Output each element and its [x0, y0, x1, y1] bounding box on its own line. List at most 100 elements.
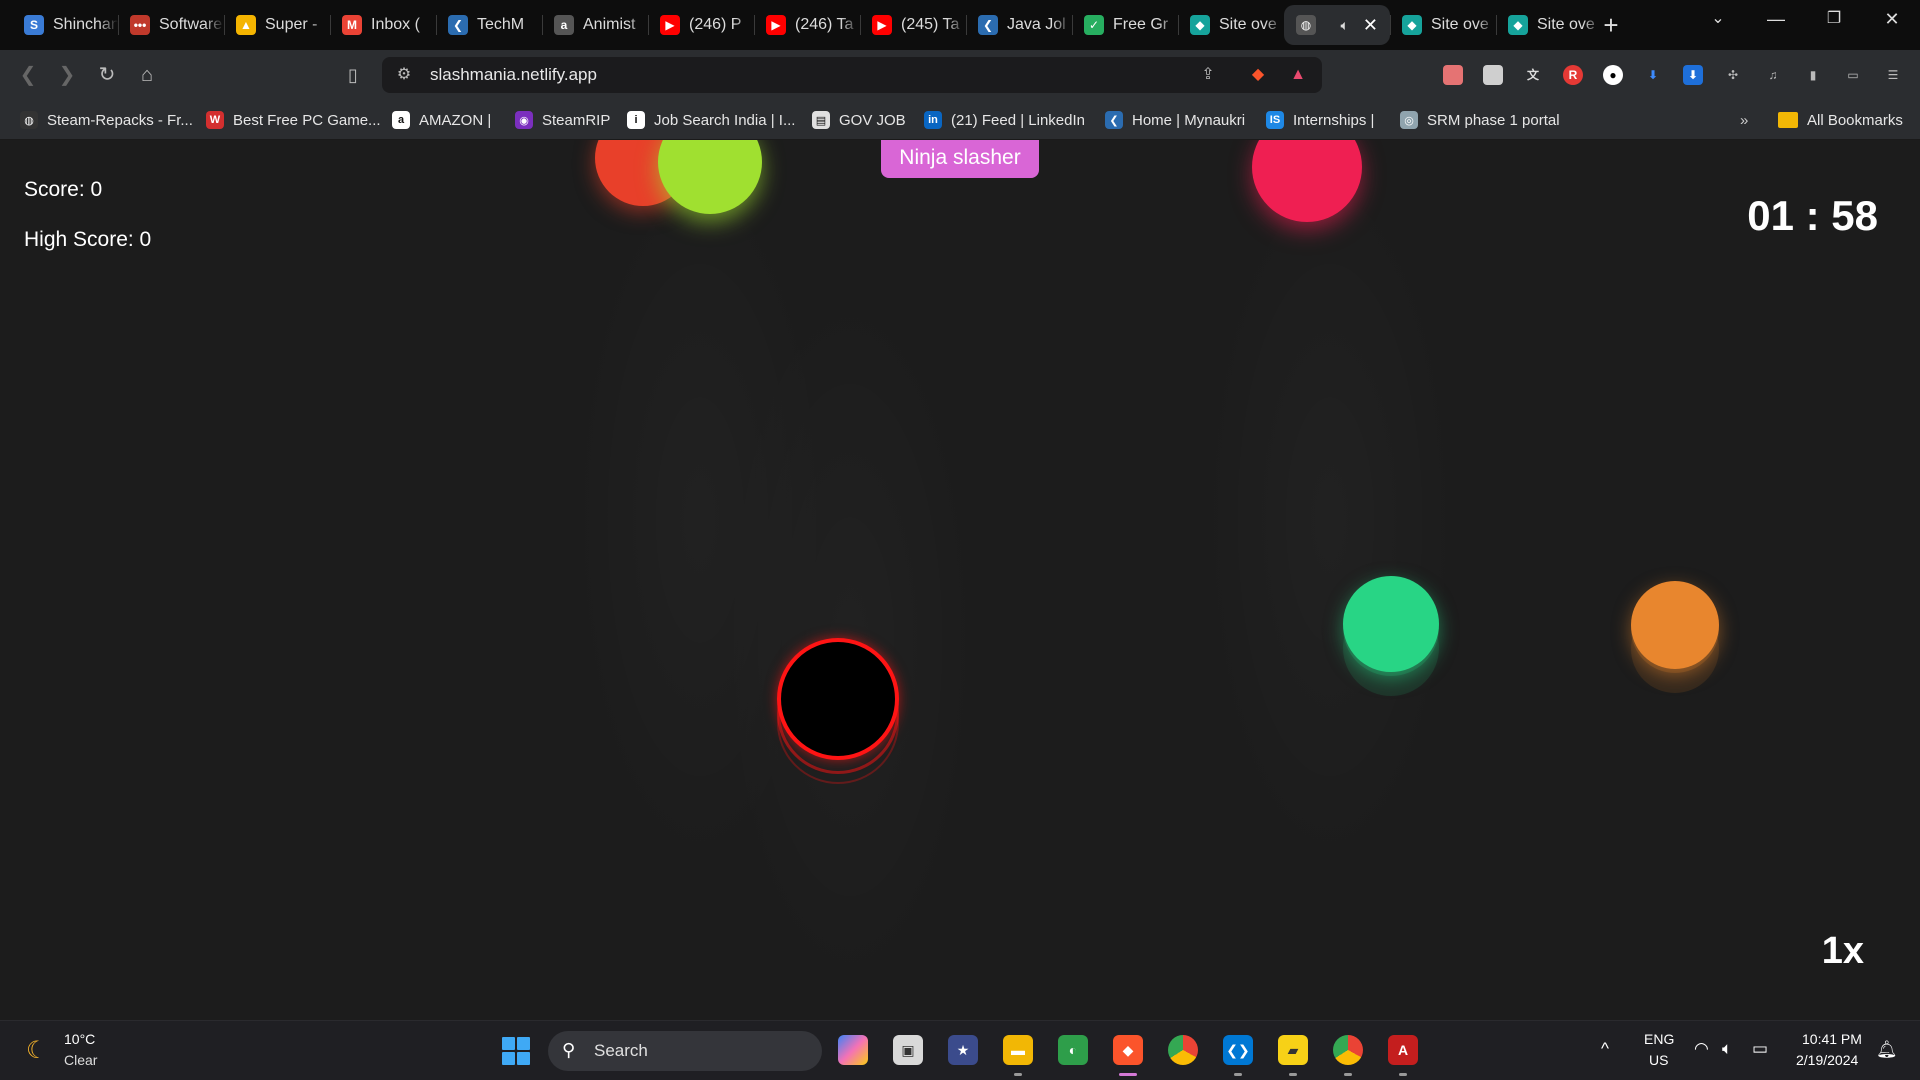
close-window-button[interactable]: ✕: [1864, 0, 1920, 40]
start-button[interactable]: [502, 1037, 530, 1065]
tab[interactable]: ◆ Site ove: [1178, 5, 1284, 45]
moon-icon[interactable]: ☾: [26, 1038, 52, 1064]
bookmark-label: Best Free PC Game...: [233, 111, 381, 129]
site-info-icon[interactable]: ⚙: [394, 65, 414, 85]
brave-taskbar-icon[interactable]: ◆: [1113, 1035, 1143, 1065]
running-indicator: [1014, 1073, 1022, 1076]
tab[interactable]: ❮ TechM: [436, 5, 542, 45]
home-icon[interactable]: ⌂: [134, 62, 160, 88]
chrome-icon[interactable]: [1168, 1035, 1198, 1065]
high-score-label: High Score: 0: [24, 228, 152, 251]
tab[interactable]: ••• Software: [118, 5, 224, 45]
orange-ball[interactable]: [1631, 581, 1719, 669]
taskbar-search[interactable]: ⚲ Search: [548, 1031, 822, 1071]
bookmark-item[interactable]: ◉ SteamRIP: [515, 109, 610, 131]
language-indicator[interactable]: ENG: [1644, 1031, 1674, 1047]
extension-icon[interactable]: [1483, 65, 1503, 85]
volume-icon[interactable]: 🔈︎: [1722, 1039, 1732, 1059]
tab-favicon-icon: S: [24, 15, 44, 35]
tab-favicon-icon: ❮: [448, 15, 468, 35]
tab-search-chevron-icon[interactable]: ⌄: [1690, 0, 1746, 40]
back-icon[interactable]: ❮: [15, 62, 41, 88]
tab-title: Free Gr: [1113, 16, 1169, 33]
idm-taskbar-icon[interactable]: ◐: [1058, 1035, 1088, 1065]
share-icon[interactable]: ⇪: [1198, 65, 1218, 85]
sticky-notes-icon[interactable]: ▰: [1278, 1035, 1308, 1065]
idm-icon[interactable]: ⬇: [1683, 65, 1703, 85]
tab[interactable]: ✓ Free Gr: [1072, 5, 1178, 45]
notification-bell-icon[interactable]: 🔔︎: [1876, 1040, 1898, 1060]
show-hidden-icons[interactable]: ^: [1601, 1039, 1609, 1059]
game-canvas[interactable]: Ninja slasher Score: 0 High Score: 0 01 …: [0, 140, 1920, 1020]
tab[interactable]: ◆ Site ove: [1390, 5, 1496, 45]
game-app-icon[interactable]: ★: [948, 1035, 978, 1065]
extension-icon[interactable]: [1443, 65, 1463, 85]
acrobat-icon[interactable]: A: [1388, 1035, 1418, 1065]
bomb-ball[interactable]: [777, 638, 899, 760]
bookmark-favicon-icon: ◍: [20, 111, 38, 129]
weather-temperature[interactable]: 10°C: [64, 1031, 95, 1047]
bookmark-icon[interactable]: ▯: [340, 62, 366, 88]
bookmark-item[interactable]: a AMAZON |: [392, 109, 491, 131]
clock-time[interactable]: 10:41 PM: [1802, 1031, 1862, 1047]
wifi-icon[interactable]: ◠: [1694, 1039, 1709, 1059]
bookmark-item[interactable]: ▤ GOV JOB: [812, 109, 906, 131]
tab[interactable]: a Animist: [542, 5, 648, 45]
tab-favicon-icon: ▶: [660, 15, 680, 35]
extension-r-icon[interactable]: R: [1563, 65, 1583, 85]
bookmark-favicon-icon: ◉: [515, 111, 533, 129]
copilot-icon[interactable]: [838, 1035, 868, 1065]
bookmark-item[interactable]: ❮ Home | Mynaukri: [1105, 109, 1245, 131]
extension-icon[interactable]: ●: [1603, 65, 1623, 85]
extensions-puzzle-icon[interactable]: ✣: [1723, 65, 1743, 85]
address-bar[interactable]: ⚙ slashmania.netlify.app ⇪ ◆ ▲: [382, 57, 1322, 93]
sidebar-icon[interactable]: ▮: [1803, 65, 1823, 85]
minimize-button[interactable]: —: [1748, 0, 1804, 40]
restore-button[interactable]: ❐: [1806, 0, 1862, 40]
media-icon[interactable]: ♫: [1763, 65, 1783, 85]
new-tab-button[interactable]: +: [1596, 10, 1626, 40]
bookmark-label: SRM phase 1 portal: [1427, 111, 1560, 129]
battery-icon[interactable]: ▭: [1752, 1039, 1768, 1059]
tab[interactable]: ▶ (245) Ta: [860, 5, 966, 45]
task-view-icon[interactable]: ▣: [893, 1035, 923, 1065]
weather-condition[interactable]: Clear: [64, 1052, 97, 1068]
tab[interactable]: M Inbox (: [330, 5, 436, 45]
menu-icon[interactable]: ☰: [1883, 65, 1903, 85]
brave-shields-icon[interactable]: ◆: [1248, 65, 1268, 85]
region-indicator[interactable]: US: [1649, 1052, 1668, 1068]
tab[interactable]: ▲ Super -: [224, 5, 330, 45]
bookmark-item[interactable]: ◍ Steam-Repacks - Fr...: [20, 109, 193, 131]
clock-date[interactable]: 2/19/2024: [1796, 1052, 1858, 1068]
wallet-icon[interactable]: ▭: [1843, 65, 1863, 85]
brave-rewards-icon[interactable]: ▲: [1288, 65, 1308, 85]
tab-favicon-icon: a: [554, 15, 574, 35]
tab[interactable]: ❮ Java Jol: [966, 5, 1072, 45]
translate-icon[interactable]: 文: [1523, 65, 1543, 85]
tab-active[interactable]: ◍ 🔈︎ ✕: [1284, 5, 1390, 45]
chrome-profile-icon[interactable]: [1333, 1035, 1363, 1065]
bookmark-item[interactable]: in (21) Feed | LinkedIn: [924, 109, 1085, 131]
speed-indicator[interactable]: 1x: [1822, 930, 1864, 973]
file-explorer-icon[interactable]: ▬: [1003, 1035, 1033, 1065]
tab[interactable]: ▶ (246) Ta: [754, 5, 860, 45]
tab[interactable]: S Shinchan: [12, 5, 118, 45]
tab[interactable]: ▶ (246) P: [648, 5, 754, 45]
url-text[interactable]: slashmania.netlify.app: [430, 65, 597, 85]
bookmark-item[interactable]: ◎ SRM phase 1 portal: [1400, 109, 1560, 131]
reload-icon[interactable]: ↻: [94, 62, 120, 88]
bookmark-item[interactable]: i Job Search India | I...: [627, 109, 795, 131]
teal-ball[interactable]: [1343, 576, 1439, 672]
tab-title: (245) Ta: [901, 16, 960, 33]
all-bookmarks[interactable]: All Bookmarks: [1778, 109, 1903, 131]
bookmark-item[interactable]: IS Internships |: [1266, 109, 1374, 131]
tab-audio-icon[interactable]: 🔈︎: [1341, 17, 1349, 34]
download-icon[interactable]: ⬇: [1643, 65, 1663, 85]
tab-close-icon[interactable]: ✕: [1363, 15, 1378, 36]
forward-icon[interactable]: ❯: [54, 62, 80, 88]
bookmark-favicon-icon: i: [627, 111, 645, 129]
vscode-icon[interactable]: ❮❯: [1223, 1035, 1253, 1065]
bookmark-item[interactable]: W Best Free PC Game...: [206, 109, 381, 131]
bookmarks-overflow-icon[interactable]: »: [1740, 109, 1748, 131]
tab[interactable]: ◆ Site ove: [1496, 5, 1602, 45]
